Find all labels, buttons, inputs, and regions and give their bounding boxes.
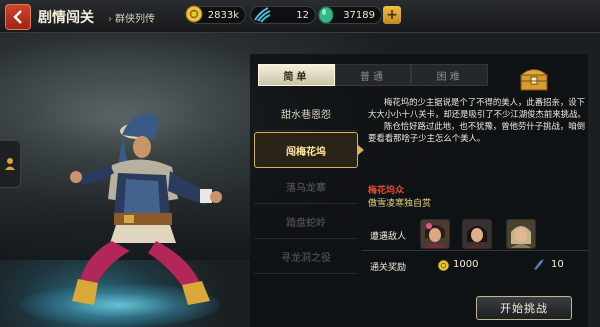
stage-item-3[interactable]: 落乌龙寨 (254, 169, 358, 204)
reward-exp-value: 10 (551, 259, 564, 270)
add-jade-button[interactable]: + (383, 6, 401, 24)
difficulty-tabs: 简单 普通 困难 (258, 64, 489, 86)
tab-hard[interactable]: 困难 (411, 64, 489, 86)
rewards-label: 通关奖励 (370, 263, 407, 273)
tab-normal[interactable]: 普通 (334, 64, 412, 86)
enemy-portrait-3[interactable] (506, 219, 536, 249)
jade-value: 37189 (343, 9, 375, 21)
start-challenge-button[interactable]: 开始挑战 (476, 296, 572, 320)
stage-item-5[interactable]: 寻龙洞之役 (254, 239, 358, 274)
gold-coin-icon (185, 5, 203, 23)
exp-scroll-icon (533, 258, 545, 271)
gold-coin-icon (437, 259, 450, 272)
stage-item-2[interactable]: 闯梅花坞 (254, 132, 364, 168)
side-panel-tab[interactable] (0, 140, 21, 188)
stage-item-1[interactable]: 甜水巷恩怨 (254, 96, 358, 131)
stage-list: 甜水巷恩怨 闯梅花坞 落乌龙寨 踏盘蛇岭 寻龙洞之役 (254, 96, 364, 274)
treasure-chest-icon[interactable] (518, 64, 550, 92)
boss-name: 梅花坞众 (368, 186, 405, 196)
stage-description: 梅花坞的少主据说是个了不得的美人，此番招亲，设下大大小小十八关卡，却还是吸引了不… (368, 96, 590, 144)
reward-coins-value: 1000 (453, 259, 479, 270)
person-icon (5, 158, 15, 170)
breadcrumb: › 群侠列传 (108, 10, 155, 25)
jade-icon (318, 6, 334, 24)
description-para-2: 陈仓恰好路过此地，也不犹豫，曾他劳什子挑战，咱倒要看看那啥子少主怎么个美人。 (368, 121, 585, 143)
page-title: 剧情闯关 (38, 10, 94, 26)
enemy-portrait-2[interactable] (462, 219, 492, 249)
boss-tagline: 傲雪凌寒独自赏 (368, 199, 432, 209)
enemy-portrait-1[interactable] (420, 219, 450, 249)
enemies-label: 遭遇敌人 (370, 232, 407, 242)
back-button[interactable] (5, 4, 31, 30)
breadcrumb-separator: › (108, 14, 112, 25)
divider (362, 250, 588, 251)
description-para-1: 梅花坞的少主据说是个了不得的美人，此番招亲，设下大大小小十八关卡，却还是吸引了不… (368, 97, 586, 119)
claw-icon (254, 7, 271, 23)
top-bar: 剧情闯关 › 群侠列传 2833k 12 37189 + (0, 0, 600, 33)
energy-value: 12 (296, 9, 309, 21)
chevron-left-icon (13, 10, 22, 24)
stage-item-4[interactable]: 踏盘蛇岭 (254, 204, 358, 239)
hero-character-portrait (70, 113, 222, 305)
tab-easy[interactable]: 简单 (258, 64, 335, 86)
coin-value: 2833k (207, 9, 239, 21)
breadcrumb-subtitle: 群侠列传 (115, 14, 155, 25)
